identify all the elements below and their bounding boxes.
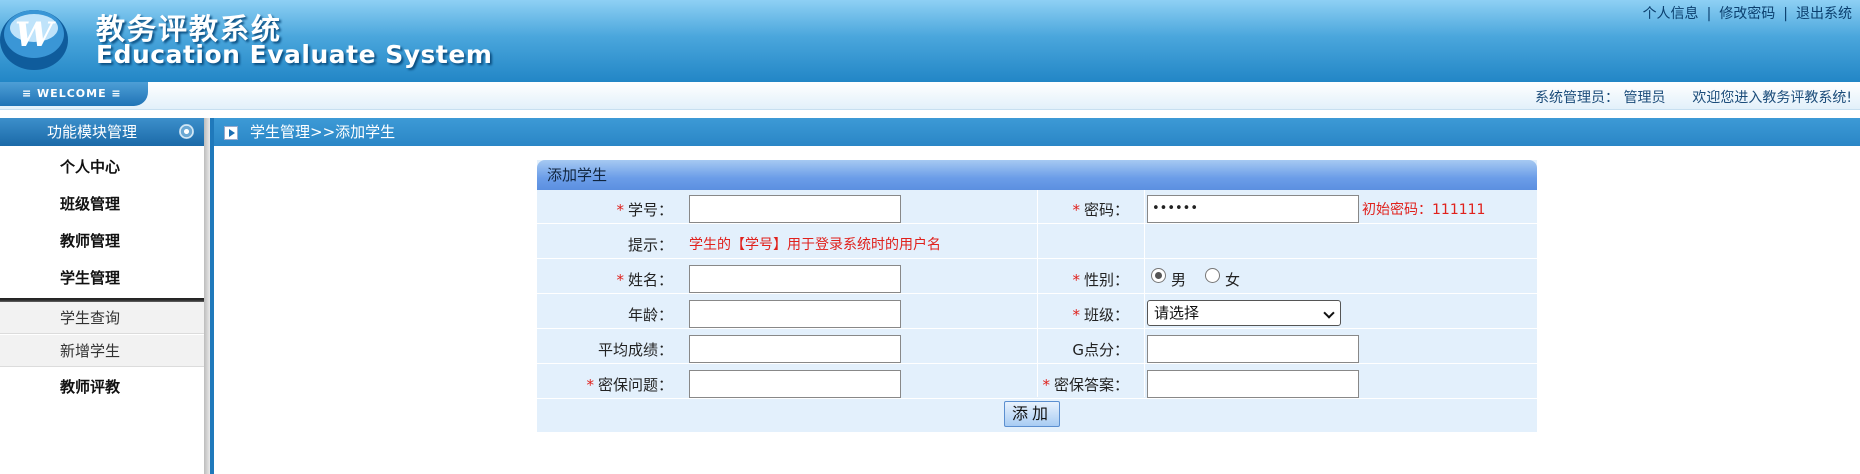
add-student-form: 添加学生 * 学号： * 密码： •••••• 初始密码：111111 提示： 学生… bbox=[537, 160, 1537, 432]
age-input[interactable] bbox=[689, 300, 901, 328]
sidebar-item-student-management[interactable]: 学生管理 bbox=[60, 267, 120, 288]
link-change-password[interactable]: 修改密码 bbox=[1719, 6, 1775, 22]
student-id-label: * 学号： bbox=[616, 201, 673, 219]
sidebar-title-text: 功能模块管理 bbox=[46, 123, 137, 141]
form-row-security: * 密保问题： * 密保答案： bbox=[537, 365, 1537, 399]
required-mark: * bbox=[1072, 271, 1080, 289]
required-mark: * bbox=[616, 201, 624, 219]
link-separator: | bbox=[1783, 6, 1788, 22]
gender-female-radio[interactable] bbox=[1205, 268, 1220, 283]
security-question-input[interactable] bbox=[689, 370, 901, 398]
class-select-value: 请选择 bbox=[1154, 304, 1200, 322]
greeting-text: 欢迎您进入教务评教系统! bbox=[1692, 90, 1852, 106]
name-label: * 姓名： bbox=[616, 271, 673, 289]
hint-text: 学生的【学号】用于登录系统时的用户名 bbox=[689, 237, 941, 253]
welcome-bar: ≡ WELCOME ≡ 系统管理员： 管理员 欢迎您进入教务评教系统! bbox=[0, 82, 1860, 110]
password-label: * 密码： bbox=[1072, 201, 1129, 219]
form-row-score-gpoints: 平均成绩： G点分： bbox=[537, 330, 1537, 364]
add-button[interactable]: 添加 bbox=[1004, 401, 1060, 427]
sidebar-item-teacher-evaluation[interactable]: 教师评教 bbox=[60, 376, 120, 397]
sidebar-item-class-management[interactable]: 班级管理 bbox=[60, 193, 120, 214]
form-row-age-class: 年龄： * 班级： 请选择 bbox=[537, 295, 1537, 329]
security-answer-label: * 密保答案： bbox=[1042, 376, 1129, 394]
chevron-down-icon bbox=[1323, 307, 1335, 319]
logo-icon: W bbox=[0, 10, 68, 70]
breadcrumb-bar: 学生管理>>添加学生 bbox=[214, 118, 1860, 146]
gender-label: * 性别： bbox=[1072, 271, 1129, 289]
svg-text:W: W bbox=[15, 15, 56, 55]
avg-score-input[interactable] bbox=[689, 335, 901, 363]
gender-female-label: 女 bbox=[1225, 271, 1241, 289]
link-logout[interactable]: 退出系统 bbox=[1796, 6, 1852, 22]
g-points-input[interactable] bbox=[1147, 335, 1359, 363]
required-mark: * bbox=[1072, 306, 1080, 324]
sidebar-item-personal-center[interactable]: 个人中心 bbox=[60, 156, 120, 177]
gender-male-radio[interactable] bbox=[1151, 268, 1166, 283]
arrow-right-icon bbox=[224, 126, 238, 140]
hint-label: 提示： bbox=[627, 236, 673, 254]
class-select[interactable]: 请选择 bbox=[1147, 300, 1341, 326]
welcome-info: 系统管理员： 管理员 欢迎您进入教务评教系统! bbox=[1535, 87, 1852, 107]
user-name: 管理员 bbox=[1623, 90, 1666, 106]
security-answer-input[interactable] bbox=[1147, 370, 1359, 398]
app-title-en: Education Evaluate System bbox=[96, 40, 493, 69]
top-links: 个人信息 | 修改密码 | 退出系统 bbox=[1643, 3, 1852, 23]
breadcrumb: 学生管理>>添加学生 bbox=[250, 123, 396, 141]
required-mark: * bbox=[1072, 201, 1080, 219]
gender-male-label: 男 bbox=[1171, 271, 1187, 289]
required-mark: * bbox=[616, 271, 624, 289]
age-label: 年龄： bbox=[627, 306, 673, 324]
link-separator: | bbox=[1706, 6, 1712, 22]
g-points-label: G点分： bbox=[1072, 341, 1129, 359]
security-question-label: * 密保问题： bbox=[586, 376, 673, 394]
required-mark: * bbox=[586, 376, 594, 394]
sidebar: 功能模块管理 个人中心 班级管理 教师管理 学生管理 学生查询 新增学生 教师评… bbox=[0, 118, 210, 474]
sidebar-item-teacher-management[interactable]: 教师管理 bbox=[60, 230, 120, 251]
class-label: * 班级： bbox=[1072, 306, 1129, 324]
welcome-tab: ≡ WELCOME ≡ bbox=[0, 82, 148, 106]
sidebar-title: 功能模块管理 bbox=[0, 118, 204, 146]
password-hint: 初始密码：111111 bbox=[1362, 202, 1486, 218]
link-personal-info[interactable]: 个人信息 bbox=[1643, 6, 1699, 22]
form-row-name-gender: * 姓名： * 性别： 男 女 bbox=[537, 260, 1537, 294]
sidebar-subitem-student-query[interactable]: 学生查询 bbox=[0, 302, 204, 334]
form-title: 添加学生 bbox=[537, 160, 1537, 190]
required-mark: * bbox=[1042, 376, 1050, 394]
sidebar-subitem-add-student[interactable]: 新增学生 bbox=[0, 335, 204, 367]
app-header: W 教务评教系统 Education Evaluate System 个人信息 |… bbox=[0, 0, 1860, 82]
collapse-icon[interactable] bbox=[179, 124, 194, 139]
form-row-id-password: * 学号： * 密码： •••••• 初始密码：111111 bbox=[537, 190, 1537, 224]
password-input[interactable]: •••••• bbox=[1147, 195, 1359, 223]
student-id-input[interactable] bbox=[689, 195, 901, 223]
role-label: 系统管理员： bbox=[1535, 90, 1620, 106]
name-input[interactable] bbox=[689, 265, 901, 293]
avg-score-label: 平均成绩： bbox=[597, 341, 673, 359]
form-row-hint: 提示： 学生的【学号】用于登录系统时的用户名 bbox=[537, 225, 1537, 259]
